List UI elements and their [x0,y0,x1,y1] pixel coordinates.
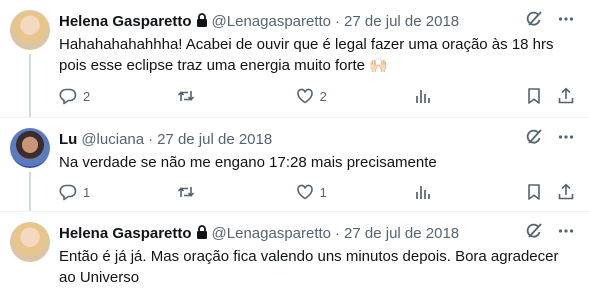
views-button[interactable] [414,87,432,105]
like-count: 1 [319,184,327,200]
retweet-button[interactable] [177,87,295,105]
tweet-actions: 1 1 [59,182,575,202]
tweet-header: Lu @luciana · 27 de jul de 2018 [59,129,529,149]
author-handle[interactable]: @luciana [81,131,144,148]
tweet-date[interactable]: 27 de jul de 2018 [344,13,459,30]
tweet-secondary-actions [525,183,575,201]
thread-connector-line [29,54,31,118]
reply-count: 1 [83,184,91,200]
grok-icon[interactable] [525,128,543,146]
avatar[interactable] [10,222,50,262]
like-icon [296,87,314,105]
grok-icon[interactable] [525,222,543,240]
lock-icon [196,225,208,239]
author-name[interactable]: Helena Gasparetto [59,13,192,30]
separator-dot: · [335,12,341,30]
author-name[interactable]: Lu [59,131,77,148]
views-icon [414,87,432,105]
tweet-text: Então é já já. Mas oração fica valendo u… [59,248,559,286]
more-icon[interactable] [557,128,575,146]
reply-button[interactable]: 1 [59,183,177,201]
reply-icon [59,183,77,201]
views-icon [414,183,432,201]
share-icon[interactable] [557,87,575,105]
reply-button[interactable]: 2 [59,87,177,105]
avatar[interactable] [10,128,50,168]
conversation-thread: Helena Gasparetto @Lenagasparetto · 27 d… [0,0,589,298]
tweet[interactable]: Helena Gasparetto @Lenagasparetto · 27 d… [0,0,589,118]
avatar[interactable] [10,10,50,50]
more-icon[interactable] [557,10,575,28]
retweet-icon [177,87,195,105]
grok-icon[interactable] [525,10,543,28]
retweet-button[interactable] [177,183,295,201]
tweet-top-actions [525,128,575,146]
tweet-actions: 2 2 [59,86,575,106]
author-handle[interactable]: @Lenagasparetto [212,225,331,242]
tweet-text: Na verdade se não me engano 17:28 mais p… [59,154,437,171]
bookmark-icon[interactable] [525,183,543,201]
more-icon[interactable] [557,222,575,240]
tweet-date[interactable]: 27 de jul de 2018 [157,131,272,148]
share-icon[interactable] [557,183,575,201]
tweet-date[interactable]: 27 de jul de 2018 [344,225,459,242]
views-button[interactable] [414,183,432,201]
like-button[interactable]: 1 [296,183,414,201]
retweet-icon [177,183,195,201]
separator-dot: · [335,224,341,242]
tweet-header: Helena Gasparetto @Lenagasparetto · 27 d… [59,223,529,243]
author-name[interactable]: Helena Gasparetto [59,225,192,242]
reply-count: 2 [83,88,91,104]
tweet[interactable]: Lu @luciana · 27 de jul de 2018 Na verda… [0,118,589,212]
author-handle[interactable]: @Lenagasparetto [212,13,331,30]
like-count: 2 [319,88,327,104]
lock-icon [196,13,208,27]
reply-icon [59,87,77,105]
separator-dot: · [148,130,154,148]
tweet[interactable]: Helena Gasparetto @Lenagasparetto · 27 d… [0,212,589,298]
tweet-secondary-actions [525,87,575,105]
tweet-header: Helena Gasparetto @Lenagasparetto · 27 d… [59,11,529,31]
bookmark-icon[interactable] [525,87,543,105]
tweet-top-actions [525,10,575,28]
like-button[interactable]: 2 [296,87,414,105]
tweet-text: Hahahahahahhha! Acabei de ouvir que é le… [59,36,554,74]
like-icon [296,183,314,201]
thread-connector-line [29,172,31,212]
tweet-top-actions [525,222,575,240]
